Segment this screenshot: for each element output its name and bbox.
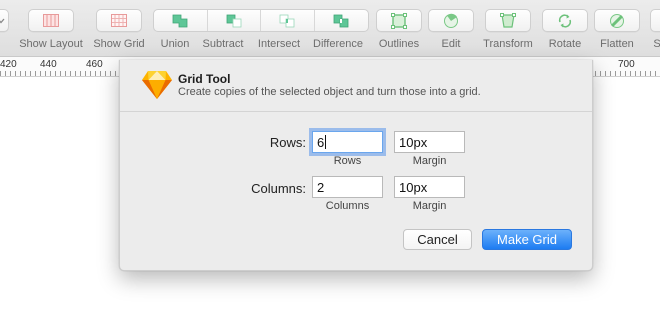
outlines-button[interactable] <box>376 9 422 32</box>
toolbar: Show Layout Show Grid Union Subtract Int… <box>0 0 660 57</box>
columns-margin-input[interactable]: 10px <box>394 176 465 198</box>
rotate-label: Rotate <box>548 38 582 50</box>
cancel-button[interactable]: Cancel <box>403 229 472 250</box>
rows-input-value: 6 <box>317 135 325 150</box>
show-layout-button[interactable] <box>28 9 74 32</box>
edit-button[interactable] <box>428 9 474 32</box>
rows-margin-caption: Margin <box>412 155 447 167</box>
rows-label: Rows: <box>269 135 306 150</box>
show-grid-button[interactable] <box>96 9 142 32</box>
boolean-ops-segmented <box>153 9 369 32</box>
intersect-label: Intersect <box>257 38 301 50</box>
transform-label: Transform <box>483 38 533 50</box>
ruler-mark: 460 <box>86 59 103 70</box>
transform-item[interactable]: Transform <box>478 0 538 57</box>
chevron-down-button[interactable] <box>0 9 9 32</box>
intersect-icon <box>279 14 295 27</box>
subtract-button[interactable] <box>208 10 261 31</box>
grid-tool-dialog: Grid Tool Create copies of the selected … <box>119 60 593 271</box>
dialog-header: Grid Tool Create copies of the selected … <box>120 60 592 112</box>
outlines-item[interactable]: Outlines <box>374 0 424 57</box>
flatten-icon <box>610 13 624 28</box>
columns-input[interactable]: 2 <box>312 176 383 198</box>
dialog-subtitle: Create copies of the selected object and… <box>178 86 481 98</box>
edit-icon <box>444 13 458 28</box>
union-icon <box>172 14 188 27</box>
make-grid-button[interactable]: Make Grid <box>482 229 572 250</box>
columns-margin-caption: Margin <box>412 200 447 212</box>
union-button[interactable] <box>154 10 208 31</box>
dialog-title: Grid Tool <box>178 72 231 86</box>
rows-caption: Rows <box>333 155 362 167</box>
overflow-button[interactable] <box>650 9 660 32</box>
intersect-button[interactable] <box>261 10 315 31</box>
flatten-label: Flatten <box>600 38 634 50</box>
columns-caption: Columns <box>325 200 370 212</box>
flatten-button[interactable] <box>594 9 640 32</box>
outlines-icon <box>391 12 407 29</box>
chevron-down-icon <box>0 18 4 23</box>
rotate-icon <box>558 13 572 28</box>
ruler-mark: 420 <box>0 59 17 70</box>
subtract-icon <box>226 14 242 27</box>
rotate-item[interactable]: Rotate <box>542 0 588 57</box>
layout-columns-icon <box>43 14 59 27</box>
text-caret <box>325 135 327 149</box>
rows-input[interactable]: 6 <box>312 131 383 153</box>
edit-item[interactable]: Edit <box>428 0 474 57</box>
show-grid-label: Show Grid <box>93 38 145 50</box>
flatten-item[interactable]: Flatten <box>592 0 642 57</box>
union-label: Union <box>160 38 190 50</box>
difference-label: Difference <box>313 38 363 50</box>
edit-label: Edit <box>441 38 461 50</box>
show-layout-item[interactable]: Show Layout <box>17 0 85 57</box>
sketch-logo-icon <box>142 71 172 99</box>
show-grid-item[interactable]: Show Grid <box>90 0 148 57</box>
ruler-mark: 700 <box>618 59 635 70</box>
rotate-button[interactable] <box>542 9 588 32</box>
show-layout-label: Show Layout <box>19 38 83 50</box>
transform-button[interactable] <box>485 9 531 32</box>
rows-margin-input[interactable]: 10px <box>394 131 465 153</box>
outlines-label: Outlines <box>378 38 420 50</box>
transform-icon <box>500 12 516 28</box>
subtract-label: Subtract <box>202 38 244 50</box>
columns-label: Columns: <box>251 181 306 196</box>
ruler-mark: 440 <box>40 59 57 70</box>
difference-icon <box>333 14 349 27</box>
overflow-label-fragment: S <box>653 38 660 50</box>
grid-icon <box>111 14 127 27</box>
difference-button[interactable] <box>315 10 369 31</box>
